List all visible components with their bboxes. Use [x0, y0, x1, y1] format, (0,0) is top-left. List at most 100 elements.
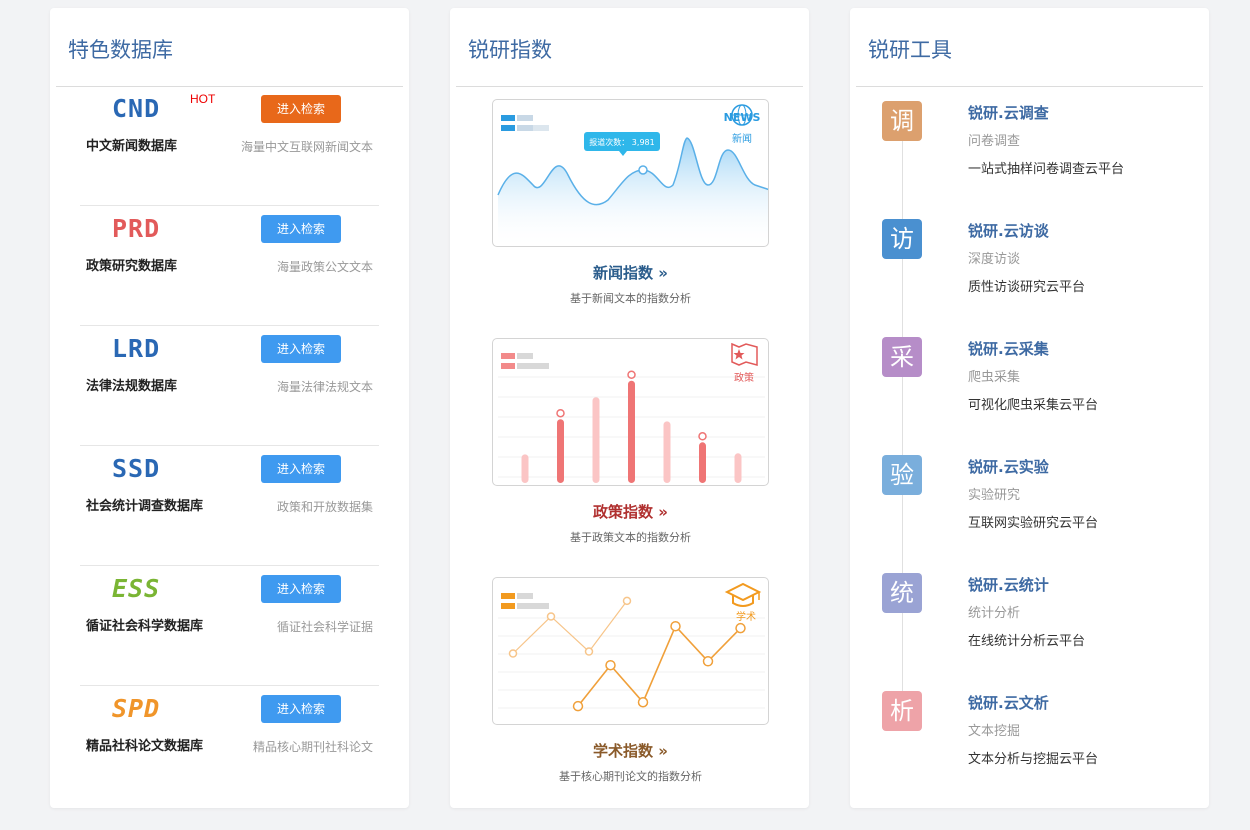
academic-badge-cn: 学术: [736, 610, 756, 623]
cnd-logo: CND: [112, 94, 161, 123]
tool-category: 爬虫采集: [968, 370, 1021, 385]
academic-series-b-point: [508, 649, 518, 658]
policy-bar-marker: [627, 370, 636, 379]
legend-swatch: [501, 125, 515, 131]
policy-bar: [699, 442, 706, 483]
legend-swatch: [501, 363, 515, 369]
database-desc: 海量中文互联网新闻文本: [240, 140, 373, 154]
graduation-cap-icon: [724, 582, 762, 607]
news-index-desc: 基于新闻文本的指数分析: [570, 292, 691, 305]
legend-swatch: [517, 115, 533, 121]
academic-series-a-point: [637, 697, 649, 708]
policy-flag-icon: [731, 342, 758, 366]
policy-index-link[interactable]: 政策指数 »: [492, 501, 769, 522]
divider: [456, 86, 803, 87]
hot-badge: HOT: [190, 92, 216, 106]
database-desc: 政策和开放数据集: [276, 500, 373, 514]
database-desc: 海量法律法规文本: [276, 380, 373, 394]
tool-item-text-mining: 析 锐研.云文析 文本挖掘 文本分析与挖掘云平台: [882, 691, 1202, 791]
policy-bar: [521, 454, 529, 483]
database-item-cnd: CND HOT 中文新闻数据库 进入检索 海量中文互联网新闻文本: [80, 86, 379, 206]
academic-index-link[interactable]: 学术指数 »: [492, 740, 769, 761]
enter-search-button[interactable]: 进入检索: [261, 335, 341, 363]
database-desc: 精品核心期刊社科论文: [252, 740, 373, 754]
database-item-ssd: SSD 社会统计调查数据库 进入检索 政策和开放数据集: [80, 446, 379, 566]
panel-title: 锐研指数: [468, 38, 552, 62]
tool-item-experiment: 验 锐研.云实验 实验研究 互联网实验研究云平台: [882, 455, 1202, 555]
academic-series-a-point: [605, 659, 616, 671]
database-name: 政策研究数据库: [86, 259, 178, 274]
academic-series-b-point: [584, 647, 594, 656]
tool-category: 实验研究: [968, 488, 1021, 503]
news-area: [498, 138, 768, 246]
interview-icon: 访: [882, 219, 922, 259]
database-item-lrd: LRD 法律法规数据库 进入检索 海量法律法规文本: [80, 326, 379, 446]
tool-name-link[interactable]: 锐研.云文析: [968, 692, 1049, 713]
ess-logo: ESS: [112, 574, 161, 603]
lrd-logo: LRD: [112, 334, 161, 363]
academic-series-a-point: [735, 622, 746, 634]
academic-series-b-point: [546, 612, 556, 621]
tool-item-interview: 访 锐研.云访谈 深度访谈 质性访谈研究云平台: [882, 219, 1202, 319]
policy-index-chart: 政策: [498, 342, 765, 483]
enter-search-button[interactable]: 进入检索: [261, 575, 341, 603]
news-index-link[interactable]: 新闻指数 »: [492, 262, 769, 283]
academic-index-desc: 基于核心期刊论文的指数分析: [559, 770, 702, 783]
academic-series-a-line: [577, 624, 742, 707]
tool-item-statistics: 统 锐研.云统计 统计分析 在线统计分析云平台: [882, 573, 1202, 673]
legend-swatch: [517, 353, 533, 359]
policy-badge-cn: 政策: [734, 371, 754, 384]
spd-logo: SPD: [112, 694, 161, 723]
tool-name-link[interactable]: 锐研.云访谈: [968, 220, 1049, 241]
enter-search-button[interactable]: 进入检索: [261, 455, 341, 483]
panel-title: 特色数据库: [68, 38, 173, 62]
tool-category: 文本挖掘: [968, 724, 1021, 739]
policy-bar: [557, 419, 564, 483]
experiment-icon: 验: [882, 455, 922, 495]
text-mining-icon: 析: [882, 691, 922, 731]
news-index-chart: 报道次数： 3,981 NEWS 新闻: [497, 104, 768, 246]
enter-search-button[interactable]: 进入检索: [261, 215, 341, 243]
academic-series-b-point: [622, 596, 632, 606]
tool-name-link[interactable]: 锐研.云调查: [968, 102, 1049, 123]
tool-item-survey: 调 锐研.云调查 问卷调查 一站式抽样问卷调查云平台: [882, 101, 1202, 201]
legend-swatch: [533, 363, 549, 369]
academic-index-thumbnail[interactable]: 学术: [492, 577, 769, 725]
academic-series-a-point: [670, 620, 681, 632]
policy-index-thumbnail[interactable]: 政策: [492, 338, 769, 486]
database-desc: 循证社会科学证据: [276, 620, 373, 634]
enter-search-button[interactable]: 进入检索: [261, 695, 341, 723]
tool-desc: 质性访谈研究云平台: [968, 280, 1086, 295]
policy-bar: [663, 421, 671, 483]
tool-item-crawler: 采 锐研.云采集 爬虫采集 可视化爬虫采集云平台: [882, 337, 1202, 437]
news-badge-en: NEWS: [724, 111, 761, 124]
tool-desc: 一站式抽样问卷调查云平台: [968, 162, 1125, 177]
featured-databases-panel: 特色数据库 CND HOT 中文新闻数据库 进入检索 海量中文互联网新闻文本 P…: [50, 8, 409, 808]
news-index-thumbnail[interactable]: 报道次数： 3,981 NEWS 新闻: [492, 99, 769, 247]
database-name: 循证社会科学数据库: [86, 619, 204, 634]
legend-swatch: [517, 593, 533, 599]
policy-index-desc: 基于政策文本的指数分析: [570, 531, 691, 544]
news-badge-cn: 新闻: [732, 132, 752, 145]
tool-category: 深度访谈: [968, 252, 1021, 267]
tool-name-link[interactable]: 锐研.云实验: [968, 456, 1049, 477]
academic-series-a-point: [572, 700, 584, 712]
prd-logo: PRD: [112, 214, 161, 243]
database-name: 精品社科论文数据库: [86, 739, 204, 754]
ssd-logo: SSD: [112, 454, 161, 483]
divider: [856, 86, 1203, 87]
tool-desc: 在线统计分析云平台: [968, 634, 1086, 649]
legend-swatch: [517, 603, 533, 609]
tooltip-text: 报道次数： 3,981: [589, 137, 654, 147]
legend-swatch: [533, 125, 549, 131]
policy-bar-marker: [556, 408, 565, 418]
legend-swatch: [501, 353, 515, 359]
crawler-icon: 采: [882, 337, 922, 377]
survey-icon: 调: [882, 101, 922, 141]
legend-swatch: [533, 603, 549, 609]
enter-search-button[interactable]: 进入检索: [261, 95, 341, 123]
database-desc: 海量政策公文文本: [276, 260, 373, 274]
tool-name-link[interactable]: 锐研.云统计: [968, 574, 1049, 595]
tool-name-link[interactable]: 锐研.云采集: [968, 338, 1049, 359]
tool-desc: 互联网实验研究云平台: [968, 516, 1099, 531]
